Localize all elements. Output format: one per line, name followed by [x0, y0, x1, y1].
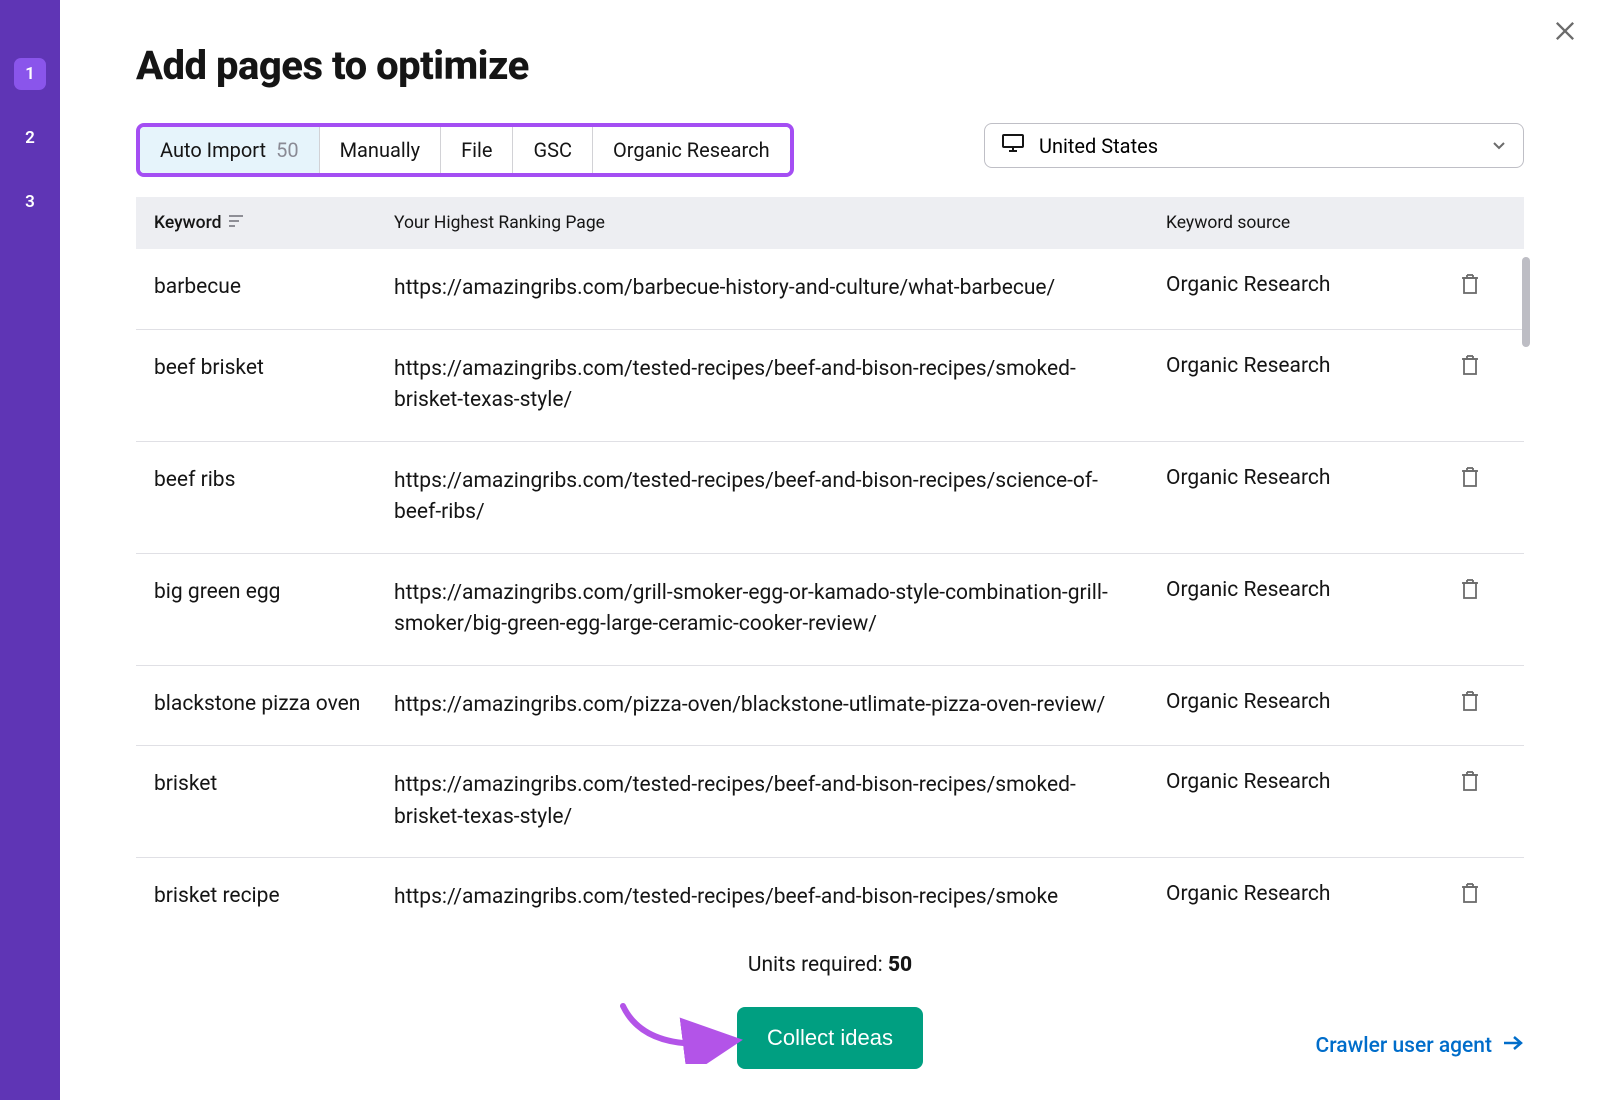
table-row: briskethttps://amazingribs.com/tested-re… [136, 746, 1524, 858]
delete-icon[interactable] [1460, 273, 1482, 295]
keywords-table: Keyword Your Highest Ranking Page Keywor… [136, 197, 1524, 909]
table-row: beef ribshttps://amazingribs.com/tested-… [136, 442, 1524, 554]
cell-source: Organic Research [1166, 578, 1436, 641]
table-header: Keyword Your Highest Ranking Page Keywor… [136, 197, 1524, 249]
header-label: Keyword [154, 213, 221, 233]
step-2[interactable]: 2 [14, 122, 46, 154]
cell-page-url: https://amazingribs.com/tested-recipes/b… [394, 354, 1166, 417]
delete-icon[interactable] [1460, 690, 1482, 712]
tab-label: Organic Research [613, 138, 770, 162]
tab-manually[interactable]: Manually [320, 127, 441, 173]
tab-label: Auto Import [160, 138, 266, 162]
tab-label: Manually [340, 138, 420, 162]
cell-source: Organic Research [1166, 466, 1436, 529]
units-required: Units required: 50 [60, 953, 1600, 977]
table-row: big green egghttps://amazingribs.com/gri… [136, 554, 1524, 666]
step-3[interactable]: 3 [14, 186, 46, 218]
cell-source: Organic Research [1166, 882, 1436, 909]
tab-gsc[interactable]: GSC [513, 127, 593, 173]
cell-source: Organic Research [1166, 770, 1436, 833]
tab-label: File [461, 138, 492, 162]
step-1[interactable]: 1 [14, 58, 46, 90]
delete-icon[interactable] [1460, 578, 1482, 600]
tab-file[interactable]: File [441, 127, 513, 173]
cell-source: Organic Research [1166, 354, 1436, 417]
cell-page-url: https://amazingribs.com/tested-recipes/b… [394, 882, 1166, 909]
cell-keyword: brisket recipe [154, 882, 394, 909]
delete-icon[interactable] [1460, 770, 1482, 792]
units-label: Units required: [748, 953, 888, 977]
sort-icon [229, 213, 245, 233]
delete-icon[interactable] [1460, 354, 1482, 376]
import-method-tabs: Auto Import 50 Manually File GSC Organic… [136, 123, 794, 177]
cell-page-url: https://amazingribs.com/tested-recipes/b… [394, 466, 1166, 529]
delete-icon[interactable] [1460, 466, 1482, 488]
cell-keyword: beef ribs [154, 466, 394, 529]
tab-count: 50 [276, 138, 298, 162]
cell-page-url: https://amazingribs.com/grill-smoker-egg… [394, 578, 1166, 641]
crawler-user-agent-link[interactable]: Crawler user agent [1316, 1034, 1524, 1058]
cell-keyword: beef brisket [154, 354, 394, 417]
tab-auto-import[interactable]: Auto Import 50 [140, 127, 320, 173]
footer: Units required: 50 Collect ideas Crawler… [60, 935, 1600, 1100]
table-row: blackstone pizza ovenhttps://amazingribs… [136, 666, 1524, 747]
cell-source: Organic Research [1166, 690, 1436, 722]
link-label: Crawler user agent [1316, 1034, 1492, 1058]
wizard-sidebar: 1 2 3 [0, 0, 60, 1100]
page-title: Add pages to optimize [136, 42, 1524, 89]
tab-label: GSC [533, 138, 572, 162]
header-source: Keyword source [1166, 213, 1436, 233]
cell-keyword: barbecue [154, 273, 394, 305]
cell-page-url: https://amazingribs.com/pizza-oven/black… [394, 690, 1166, 722]
cell-source: Organic Research [1166, 273, 1436, 305]
table-row: brisket recipehttps://amazingribs.com/te… [136, 858, 1524, 909]
cell-page-url: https://amazingribs.com/tested-recipes/b… [394, 770, 1166, 833]
cell-keyword: blackstone pizza oven [154, 690, 394, 722]
header-keyword[interactable]: Keyword [154, 213, 394, 233]
units-value: 50 [888, 953, 912, 977]
table-row: barbecuehttps://amazingribs.com/barbecue… [136, 249, 1524, 330]
delete-icon[interactable] [1460, 882, 1482, 904]
arrow-right-icon [1502, 1034, 1524, 1058]
scrollbar-thumb[interactable] [1522, 257, 1530, 347]
country-selector[interactable]: United States [984, 123, 1524, 168]
device-icon [1001, 133, 1025, 158]
cell-keyword: big green egg [154, 578, 394, 641]
cell-page-url: https://amazingribs.com/barbecue-history… [394, 273, 1166, 305]
tab-organic-research[interactable]: Organic Research [593, 127, 790, 173]
chevron-down-icon [1491, 134, 1507, 158]
country-value: United States [1039, 134, 1158, 158]
table-row: beef briskethttps://amazingribs.com/test… [136, 330, 1524, 442]
cell-keyword: brisket [154, 770, 394, 833]
header-page: Your Highest Ranking Page [394, 213, 1166, 233]
collect-ideas-button[interactable]: Collect ideas [737, 1007, 923, 1069]
